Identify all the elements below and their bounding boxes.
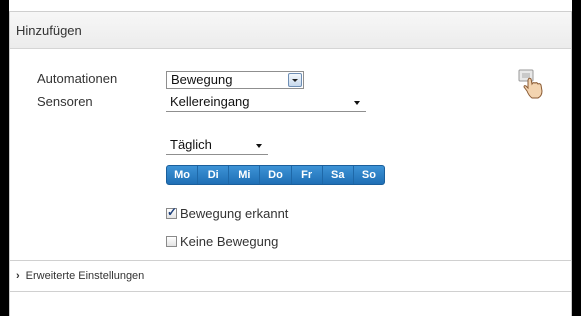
advanced-settings-toggle[interactable]: › Erweiterte Einstellungen [16,270,144,282]
frame-right-border [572,0,581,316]
day-button-mo[interactable]: Mo [167,166,199,184]
hand-pointer-icon[interactable] [516,68,550,100]
frame-top [9,0,572,11]
day-button-di[interactable]: Di [198,166,230,184]
sensoren-value: Kellereingang [170,94,250,109]
frame-left-border [0,0,9,316]
day-button-sa[interactable]: Sa [323,166,354,184]
day-button-so[interactable]: So [354,166,384,184]
add-panel: Hinzufügen Automationen Bewegung Sensore… [9,11,572,316]
schedule-value: Täglich [170,137,212,152]
checkbox-label: Keine Bewegung [180,234,279,249]
checkbox-bewegung-erkannt[interactable]: Bewegung erkannt [166,205,289,221]
advanced-settings-label: Erweiterte Einstellungen [25,270,145,282]
day-button-do[interactable]: Do [260,166,292,184]
divider [10,260,571,261]
divider [10,291,571,292]
automationen-value: Bewegung [171,72,233,87]
checkbox-checked-icon[interactable] [166,205,177,219]
panel-header: Hinzufügen [10,11,571,49]
day-button-mi[interactable]: Mi [229,166,261,184]
dropdown-button-icon[interactable] [288,73,302,87]
automationen-label: Automationen [37,71,118,86]
schedule-select[interactable]: Täglich [166,137,268,155]
checkbox-label: Bewegung erkannt [180,206,289,221]
checkbox-keine-bewegung[interactable]: Keine Bewegung [166,234,278,249]
sensoren-label: Sensoren [37,94,93,109]
checkbox-unchecked-icon[interactable] [166,236,177,247]
panel-title: Hinzufügen [16,23,82,38]
day-button-fr[interactable]: Fr [292,166,323,184]
sensoren-select[interactable]: Kellereingang [166,94,366,112]
automationen-select[interactable]: Bewegung [166,71,304,89]
chevron-right-icon: › [16,270,20,282]
chevron-down-icon [354,101,360,105]
weekday-buttons: Mo Di Mi Do Fr Sa So [166,165,385,185]
chevron-down-icon [256,144,262,148]
